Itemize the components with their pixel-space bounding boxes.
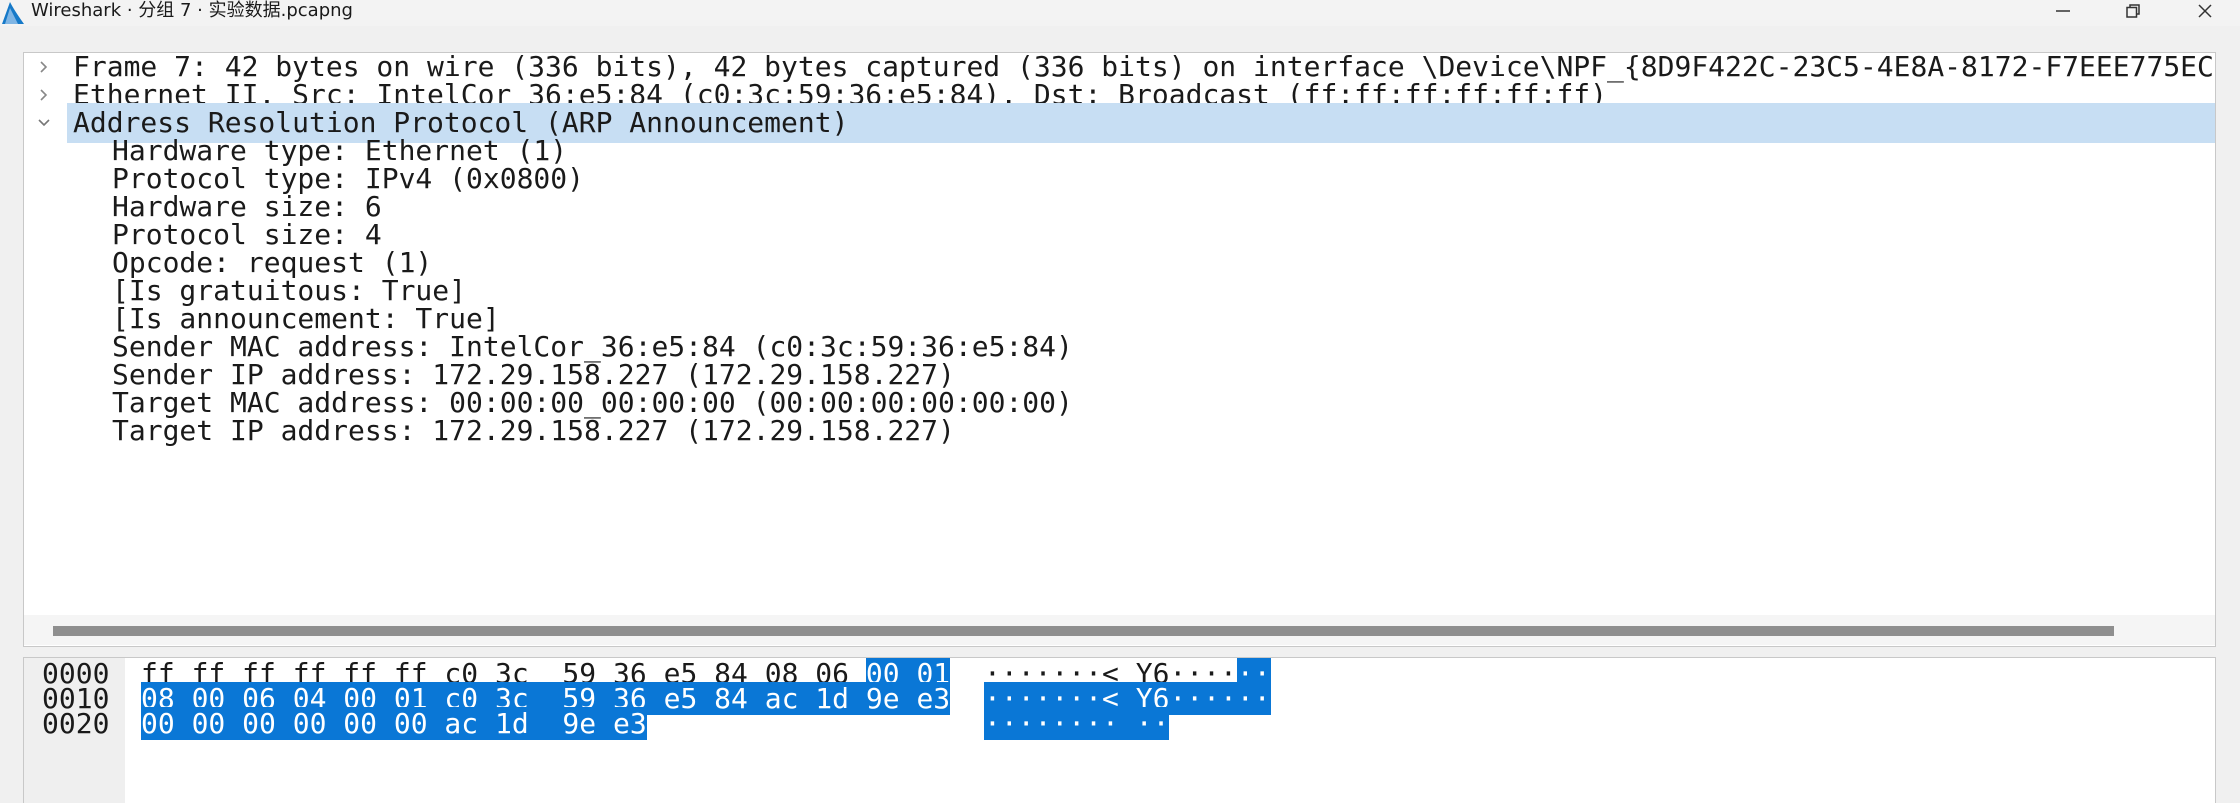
byte-offset: 0020	[42, 707, 110, 740]
minimize-icon	[2056, 10, 2070, 12]
title-bar[interactable]: Wireshark · 分组 7 · 实验数据.pcapng	[0, 0, 2240, 26]
packet-bytes-pane[interactable]: 0000 ff ff ff ff ff ff c0 3c 59 36 e5 84 …	[23, 657, 2216, 803]
close-button[interactable]	[2175, 0, 2235, 26]
window-title: Wireshark · 分组 7 · 实验数据.pcapng	[31, 0, 353, 21]
close-icon	[2198, 4, 2212, 18]
wireshark-fin-icon	[0, 0, 26, 24]
restore-icon	[2126, 4, 2140, 18]
tree-row-label: Target IP address: 172.29.158.227 (172.2…	[112, 414, 955, 447]
restore-button[interactable]	[2103, 0, 2163, 26]
tree-field[interactable]: Target IP address: 172.29.158.227 (172.2…	[24, 411, 2215, 451]
scrollbar-thumb[interactable]	[53, 626, 2114, 636]
ascii-highlighted: ········ ··	[984, 707, 1170, 740]
ascii-bytes[interactable]: ········ ··	[984, 706, 1170, 742]
minimize-button[interactable]	[2033, 0, 2093, 26]
packet-details-pane[interactable]: Frame 7: 42 bytes on wire (336 bits), 42…	[23, 52, 2216, 647]
hex-bytes-highlighted: 00 00 00 00 00 00 ac 1d 9e e3	[141, 707, 647, 740]
horizontal-scrollbar[interactable]	[24, 615, 2215, 645]
hex-bytes[interactable]: 00 00 00 00 00 00 ac 1d 9e e3	[141, 706, 647, 742]
